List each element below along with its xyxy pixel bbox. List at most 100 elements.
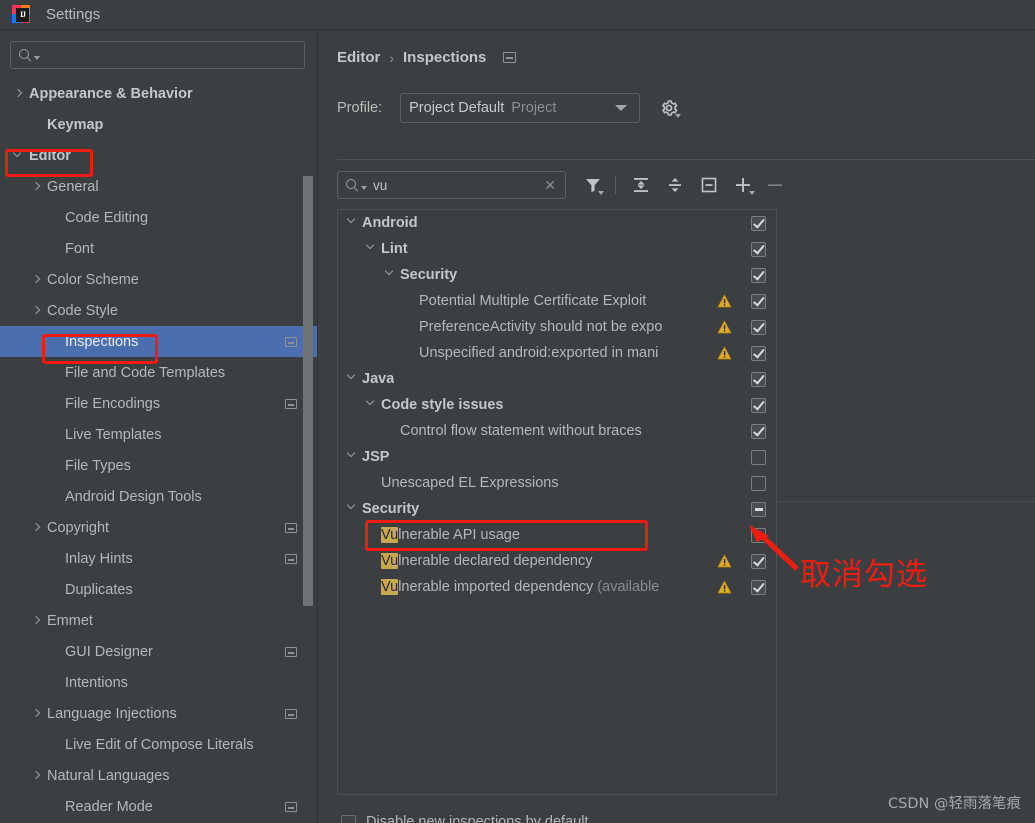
inspection-tree-row[interactable]: Lint — [338, 236, 776, 262]
close-icon[interactable]: ✕ — [544, 178, 556, 192]
inspection-tree-row[interactable]: Java — [338, 366, 776, 392]
annotation-box-inspections — [42, 334, 158, 364]
sidebar-item-gui-designer[interactable]: GUI Designer — [0, 636, 317, 667]
inspection-tree-row[interactable]: Unescaped EL Expressions — [338, 470, 776, 496]
inspection-tree-row[interactable]: Android — [338, 210, 776, 236]
sidebar-item-label: Inlay Hints — [65, 550, 133, 567]
sidebar-scrollbar[interactable] — [303, 176, 313, 606]
inspection-tree-row[interactable]: Vulnerable imported dependency (availabl… — [338, 574, 776, 600]
warning-icon — [717, 580, 732, 594]
sidebar-item-live-templates[interactable]: Live Templates — [0, 419, 317, 450]
sidebar-tree: Appearance & Behavior Keymap Editor General… — [0, 78, 317, 822]
inspection-checkbox[interactable] — [751, 319, 766, 335]
sidebar-item-file-encodings[interactable]: File Encodings — [0, 388, 317, 419]
chevron-right-icon[interactable] — [30, 707, 44, 721]
sidebar-item-label: Language Injections — [47, 705, 177, 722]
sidebar-item-code-style[interactable]: Code Style — [0, 295, 317, 326]
config-badge-icon — [285, 646, 297, 657]
sidebar-item-label: Live Templates — [65, 426, 162, 443]
chevron-down-icon[interactable] — [365, 240, 381, 257]
inspection-checkbox[interactable] — [751, 215, 766, 231]
inspection-tree-row[interactable]: Security — [338, 262, 776, 288]
inspection-tree-row[interactable]: Vulnerable declared dependency — [338, 548, 776, 574]
inspection-tree-row[interactable]: Security — [338, 496, 776, 522]
chevron-right-icon[interactable] — [30, 273, 44, 287]
reset-icon[interactable] — [696, 172, 722, 198]
inspection-toolbar: vu ✕ — [337, 171, 788, 199]
inspection-label-suffix: (available — [593, 579, 660, 595]
inspection-tree-row[interactable]: Control flow statement without braces — [338, 418, 776, 444]
chevron-right-icon[interactable] — [12, 87, 26, 101]
breadcrumb-parent[interactable]: Editor — [337, 49, 380, 66]
chevron-right-icon[interactable] — [30, 304, 44, 318]
inspection-tree-row[interactable]: Unspecified android:exported in mani — [338, 340, 776, 366]
inspection-tree-row[interactable]: PreferenceActivity should not be expo — [338, 314, 776, 340]
inspection-tree-row[interactable]: Potential Multiple Certificate Exploit — [338, 288, 776, 314]
inspection-tree-panel[interactable]: Android Lint Security Potential Multiple Ce… — [337, 209, 777, 795]
sidebar-item-label: Code Style — [47, 302, 118, 319]
profile-label: Profile: — [337, 100, 383, 116]
chevron-down-icon[interactable] — [365, 396, 381, 413]
remove-icon[interactable] — [762, 172, 788, 198]
inspection-checkbox[interactable] — [751, 475, 766, 491]
inspection-checkbox[interactable] — [751, 371, 766, 387]
add-icon[interactable] — [730, 172, 756, 198]
chevron-right-icon[interactable] — [30, 769, 44, 783]
inspection-tree-row[interactable]: Code style issues — [338, 392, 776, 418]
warning-icon — [717, 294, 732, 308]
sidebar-item-copyright[interactable]: Copyright — [0, 512, 317, 543]
sidebar-search-box[interactable] — [10, 41, 305, 69]
sidebar-item-intentions[interactable]: Intentions — [0, 667, 317, 698]
chevron-down-icon[interactable] — [384, 266, 400, 283]
sidebar-item-android-design-tools[interactable]: Android Design Tools — [0, 481, 317, 512]
chevron-down-icon[interactable] — [346, 500, 362, 517]
filter-icon[interactable] — [580, 172, 606, 198]
sidebar-item-file-types[interactable]: File Types — [0, 450, 317, 481]
inspection-tree-row[interactable]: JSP — [338, 444, 776, 470]
sidebar-item-duplicates[interactable]: Duplicates — [0, 574, 317, 605]
chevron-down-icon[interactable] — [346, 370, 362, 387]
inspection-checkbox[interactable] — [751, 345, 766, 361]
sidebar-item-code-editing[interactable]: Code Editing — [0, 202, 317, 233]
inspection-checkbox[interactable] — [751, 397, 766, 413]
inspection-checkbox[interactable] — [751, 423, 766, 439]
sidebar-item-reader-mode[interactable]: Reader Mode — [0, 791, 317, 822]
sidebar-item-font[interactable]: Font — [0, 233, 317, 264]
sidebar-item-keymap[interactable]: Keymap — [0, 109, 317, 140]
chevron-right-icon[interactable] — [30, 180, 44, 194]
inspection-checkbox[interactable] — [751, 293, 766, 309]
sidebar-item-color-scheme[interactable]: Color Scheme — [0, 264, 317, 295]
chevron-right-icon[interactable] — [30, 521, 44, 535]
inspection-checkbox[interactable] — [751, 241, 766, 257]
chevron-down-icon[interactable] — [346, 448, 362, 465]
chevron-right-icon[interactable] — [30, 614, 44, 628]
sidebar-search-input[interactable] — [46, 47, 296, 63]
inspection-label-text: Code style issues — [381, 397, 504, 413]
sidebar-item-emmet[interactable]: Emmet — [0, 605, 317, 636]
inspection-checkbox[interactable] — [751, 579, 766, 595]
inspection-checkbox[interactable] — [751, 449, 766, 465]
profile-dropdown[interactable]: Project Default Project — [400, 93, 641, 123]
inspection-search-box[interactable]: vu ✕ — [337, 171, 566, 199]
expand-all-icon[interactable] — [628, 172, 654, 198]
inspection-label-text: Security — [362, 501, 420, 517]
inspection-checkbox[interactable] — [751, 267, 766, 283]
gear-icon[interactable] — [660, 99, 682, 118]
inspection-checkbox[interactable] — [751, 501, 766, 517]
sidebar-item-inlay-hints[interactable]: Inlay Hints — [0, 543, 317, 574]
sidebar-item-language-injections[interactable]: Language Injections — [0, 698, 317, 729]
chevron-down-icon[interactable] — [346, 214, 362, 231]
inspection-label: Unescaped EL Expressions — [381, 475, 559, 491]
chevron-down-icon[interactable] — [34, 55, 40, 60]
disable-new-inspections-checkbox[interactable]: Disable new inspections by default — [341, 814, 588, 823]
sidebar-item-live-edit-of-compose-literals[interactable]: Live Edit of Compose Literals — [0, 729, 317, 760]
collapse-all-icon[interactable] — [662, 172, 688, 198]
sidebar-item-appearance-behavior[interactable]: Appearance & Behavior — [0, 78, 317, 109]
chevron-down-icon[interactable] — [361, 185, 367, 190]
sidebar-item-natural-languages[interactable]: Natural Languages — [0, 760, 317, 791]
